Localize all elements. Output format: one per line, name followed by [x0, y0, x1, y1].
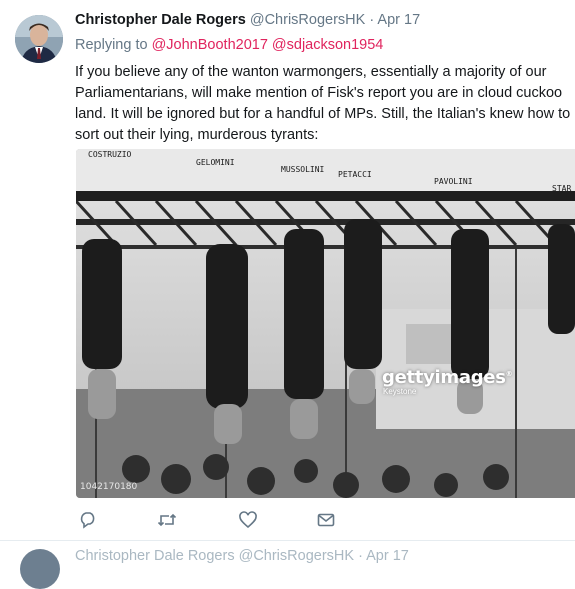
photo-image-id: 1042170180 [80, 482, 138, 492]
mention-link[interactable]: @sdjackson1954 [272, 37, 383, 53]
reply-icon[interactable] [78, 510, 100, 532]
photo-illustration: COSTRUZIO GELOMINI MUSSOLINI PETACCI PAV… [76, 149, 575, 498]
tweet-header: Christopher Dale Rogers @ChrisRogersHK ·… [75, 12, 420, 28]
watermark-mark: ® [505, 370, 513, 378]
author-handle[interactable]: @ChrisRogersHK [250, 12, 365, 28]
photo-label: MUSSOLINI [281, 165, 325, 174]
getty-watermark: gettyimages® Keystone [382, 367, 513, 396]
photo-label: PAVOLINI [434, 177, 473, 186]
tweet: Christopher Dale Rogers @ChrisRogersHK ·… [0, 0, 575, 540]
mention-link[interactable]: @JohnBooth2017 [152, 37, 268, 53]
tweet-photo[interactable]: COSTRUZIO GELOMINI MUSSOLINI PETACCI PAV… [76, 149, 575, 498]
photo-label: PETACCI [338, 170, 372, 179]
heart-icon[interactable] [238, 510, 260, 532]
tweet-actions [78, 510, 378, 536]
watermark-credit: Keystone [383, 387, 417, 396]
tweet-date[interactable]: Apr 17 [377, 12, 420, 28]
envelope-icon[interactable] [316, 510, 338, 532]
author-avatar[interactable] [15, 15, 63, 63]
watermark-brand: gettyimages [382, 367, 506, 388]
tweet-divider [0, 540, 575, 541]
tweet-text: If you believe any of the wanton warmong… [75, 64, 571, 143]
author-name[interactable]: Christopher Dale Rogers [75, 12, 246, 28]
photo-label: COSTRUZIO [88, 150, 132, 159]
replying-to: Replying to @JohnBooth2017 @sdjackson195… [75, 37, 383, 53]
retweet-icon[interactable] [156, 510, 178, 532]
photo-label: GELOMINI [196, 158, 235, 167]
photo-label: STAR [552, 184, 571, 193]
header-separator: · [369, 12, 375, 28]
replying-to-label: Replying to [75, 37, 148, 53]
next-tweet-header: Christopher Dale Rogers @ChrisRogersHK ·… [75, 548, 409, 564]
next-tweet-avatar[interactable] [20, 549, 60, 589]
